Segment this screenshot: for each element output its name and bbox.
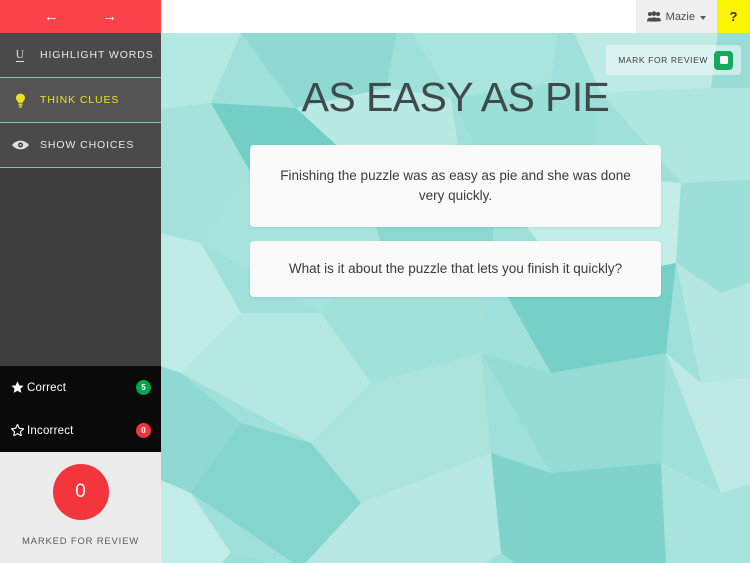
main-content: AS EASY AS PIE Finishing the puzzle was … [161, 33, 750, 563]
score-badge-incorrect: 0 [136, 423, 151, 438]
star-outline-icon [10, 422, 27, 438]
prev-arrow-icon[interactable]: ← [38, 9, 64, 24]
stop-square-icon [714, 50, 733, 70]
next-arrow-icon[interactable]: → [97, 9, 123, 24]
mark-for-review-label: MARK FOR REVIEW [618, 55, 708, 65]
app-root: Mazie ? MARK FOR REVIEW AS EASY AS PIE F… [0, 0, 750, 563]
underline-u-icon: U [15, 46, 25, 63]
page-title: AS EASY AS PIE [301, 74, 610, 120]
mark-for-review-button[interactable]: MARK FOR REVIEW [606, 45, 741, 75]
star-filled-icon [11, 380, 27, 395]
lightbulb-icon [0, 93, 40, 108]
sidebar-item-highlight-words[interactable]: U HIGHLIGHT WORDS [0, 33, 161, 78]
help-button[interactable]: ? [717, 0, 750, 33]
marked-for-review-count: 0 [52, 464, 109, 520]
score-label-incorrect: Incorrect [27, 424, 74, 437]
tool-menu: U HIGHLIGHT WORDS THINK CLUES SHOW CHOIC… [0, 33, 161, 168]
score-row-correct: Correct 5 [0, 366, 161, 409]
top-header: Mazie ? [161, 0, 750, 33]
passage-card: Finishing the puzzle was as easy as pie … [250, 145, 661, 227]
sidebar-item-think-clues[interactable]: THINK CLUES [0, 78, 161, 123]
eye-icon [0, 140, 40, 150]
question-card: What is it about the puzzle that lets yo… [250, 241, 661, 297]
sidebar-item-label: SHOW CHOICES [40, 139, 135, 151]
score-label-correct: Correct [27, 381, 67, 394]
group-icon [646, 11, 661, 22]
sidebar-item-show-choices[interactable]: SHOW CHOICES [0, 123, 161, 168]
left-sidebar: ← → U HIGHLIGHT WORDS THINK CLUES SHOW C… [0, 0, 161, 563]
chevron-down-icon [700, 15, 706, 20]
account-dropdown[interactable]: Mazie [635, 0, 717, 33]
score-summary: Correct 5 Incorrect 0 [0, 366, 161, 452]
account-name: Mazie [665, 10, 695, 23]
passage-text: Finishing the puzzle was as easy as pie … [280, 168, 631, 203]
question-text: What is it about the puzzle that lets yo… [288, 261, 623, 276]
score-badge-correct: 5 [136, 380, 151, 395]
marked-for-review-caption: MARKED FOR REVIEW [21, 536, 140, 547]
marked-for-review-panel: 0 MARKED FOR REVIEW [0, 452, 161, 563]
sidebar-item-label: HIGHLIGHT WORDS [40, 49, 154, 61]
sidebar-item-label: THINK CLUES [40, 94, 120, 106]
sidebar-filler [0, 168, 161, 366]
score-row-incorrect: Incorrect 0 [0, 409, 161, 452]
nav-toolbar: ← → [0, 0, 161, 33]
